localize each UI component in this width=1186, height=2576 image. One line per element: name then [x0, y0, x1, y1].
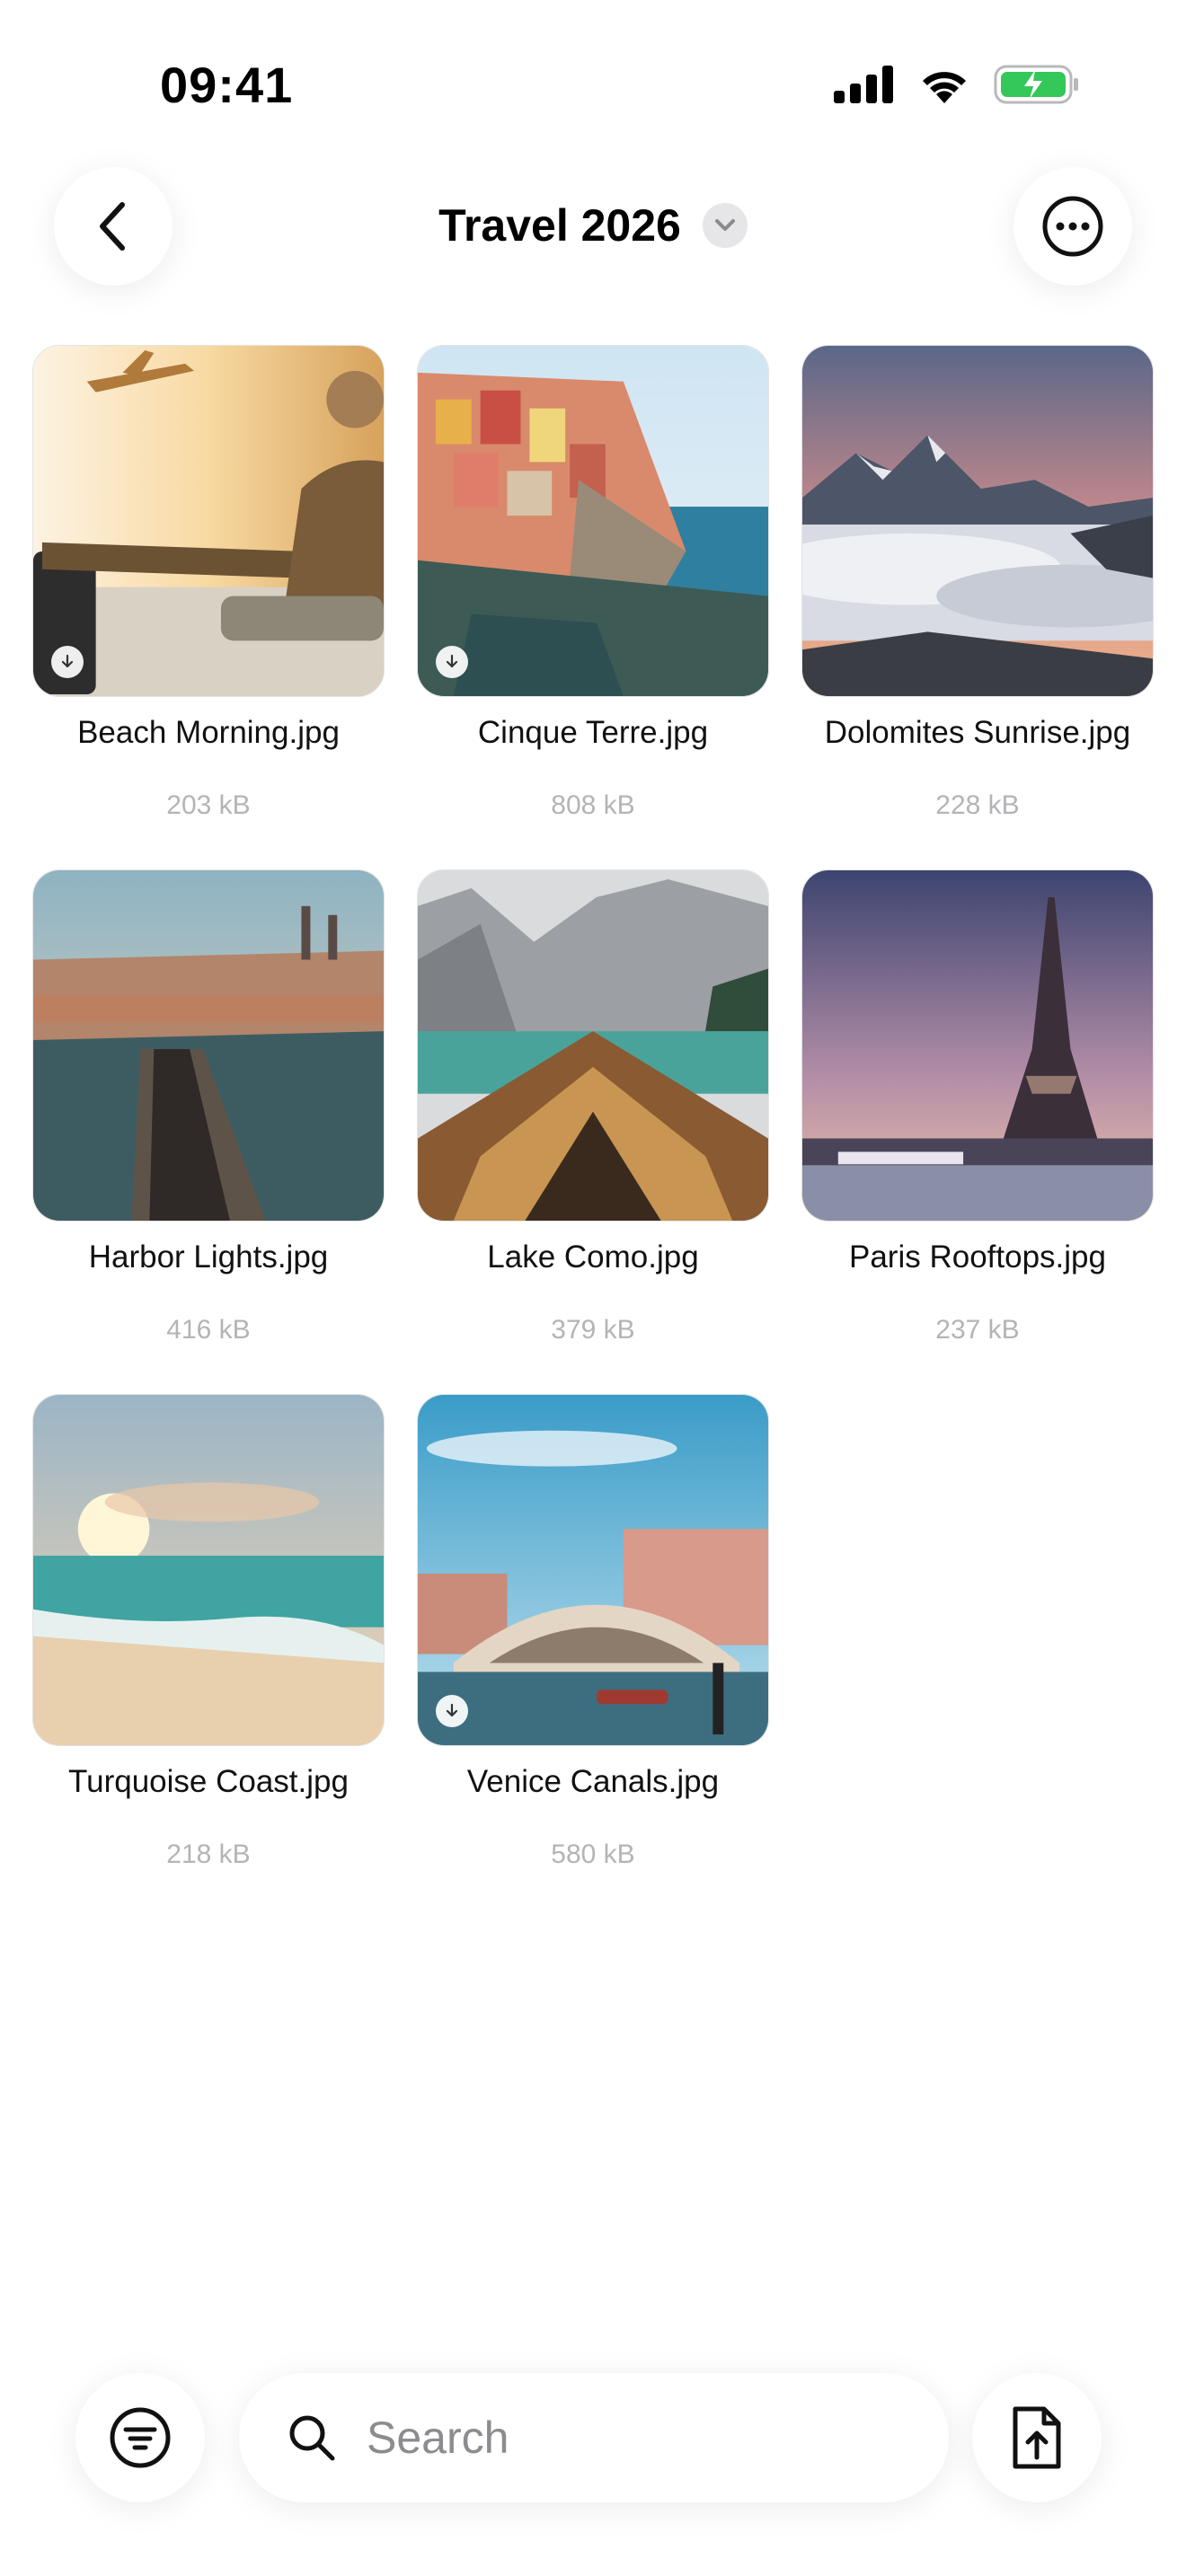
status-time: 09:41	[160, 57, 294, 113]
download-badge[interactable]	[436, 646, 468, 678]
file-name: Cinque Terre.jpg	[477, 715, 709, 750]
photo-thumbnail	[33, 346, 384, 696]
file-item[interactable]: Venice Canals.jpg 580 kB	[417, 1394, 769, 1919]
file-thumbnail[interactable]	[417, 345, 769, 697]
file-grid: Beach Morning.jpg 203 kB Cinque Terre.jp…	[32, 345, 1155, 1919]
page-title: Travel 2026	[438, 200, 681, 251]
file-size: 416 kB	[166, 1315, 251, 1345]
document-upload-icon	[1013, 2406, 1061, 2469]
search-input[interactable]	[365, 2411, 907, 2465]
cellular-signal-icon	[834, 66, 893, 103]
file-thumbnail[interactable]	[801, 869, 1154, 1222]
file-item[interactable]: Harbor Lights.jpg 416 kB	[32, 869, 385, 1394]
file-name: Turquoise Coast.jpg	[68, 1764, 349, 1799]
download-arrow-icon	[446, 654, 458, 668]
photo-thumbnail	[418, 1395, 768, 1745]
file-item[interactable]: Beach Morning.jpg 203 kB	[32, 345, 385, 869]
photo-thumbnail	[802, 346, 1153, 696]
file-name: Harbor Lights.jpg	[88, 1239, 329, 1275]
file-name: Beach Morning.jpg	[77, 715, 340, 750]
wifi-icon	[923, 72, 966, 103]
chevron-down-icon	[714, 219, 735, 231]
file-size: 218 kB	[166, 1839, 251, 1869]
search-bar[interactable]	[239, 2373, 949, 2502]
title-dropdown[interactable]	[702, 203, 748, 248]
file-size: 228 kB	[935, 790, 1020, 820]
photo-thumbnail	[418, 346, 768, 696]
file-size: 379 kB	[551, 1315, 635, 1345]
file-size: 203 kB	[166, 790, 251, 820]
file-name: Venice Canals.jpg	[466, 1764, 720, 1799]
file-thumbnail[interactable]	[32, 1394, 385, 1746]
photo-thumbnail	[33, 870, 384, 1221]
file-name: Dolomites Sunrise.jpg	[824, 715, 1131, 750]
album-title-selector[interactable]: Travel 2026	[0, 199, 1186, 251]
ellipsis-circle-icon	[1042, 196, 1103, 257]
file-name: Paris Rooftops.jpg	[849, 1239, 1106, 1275]
photo-thumbnail	[33, 1395, 384, 1745]
file-size: 580 kB	[551, 1839, 635, 1869]
file-thumbnail[interactable]	[32, 345, 385, 697]
filter-button[interactable]	[75, 2373, 205, 2502]
photo-thumbnail	[802, 870, 1153, 1221]
file-size: 237 kB	[935, 1315, 1020, 1345]
upload-file-button[interactable]	[972, 2373, 1102, 2502]
download-arrow-icon	[446, 1703, 458, 1717]
file-item[interactable]: Cinque Terre.jpg 808 kB	[417, 345, 769, 869]
file-item[interactable]: Lake Como.jpg 379 kB	[417, 869, 769, 1394]
file-thumbnail[interactable]	[32, 869, 385, 1222]
battery-charging-icon	[994, 65, 1078, 104]
search-icon	[288, 2413, 336, 2462]
filter-circle-icon	[110, 2407, 171, 2468]
file-name: Lake Como.jpg	[487, 1239, 699, 1275]
photo-thumbnail	[418, 870, 768, 1221]
file-thumbnail[interactable]	[417, 1394, 769, 1746]
file-item[interactable]: Turquoise Coast.jpg 218 kB	[32, 1394, 385, 1919]
more-options-button[interactable]	[1013, 167, 1132, 286]
file-thumbnail[interactable]	[417, 869, 769, 1222]
file-size: 808 kB	[551, 790, 635, 820]
download-badge[interactable]	[436, 1695, 468, 1727]
file-item[interactable]: Paris Rooftops.jpg 237 kB	[801, 869, 1154, 1394]
download-arrow-icon	[61, 654, 74, 668]
file-thumbnail[interactable]	[801, 345, 1154, 697]
status-icons	[834, 65, 1080, 104]
download-badge[interactable]	[51, 646, 84, 678]
file-item[interactable]: Dolomites Sunrise.jpg 228 kB	[801, 345, 1154, 869]
